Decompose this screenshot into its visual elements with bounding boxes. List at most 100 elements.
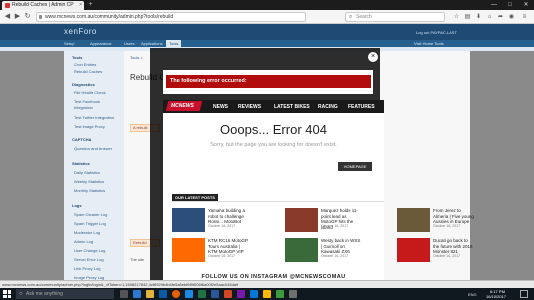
account-links[interactable]: Log out PAYPAC,LAST: [416, 30, 457, 35]
post-title[interactable]: KTM RC16 MotoGP Tours Australia | KTM Mo…: [208, 238, 248, 255]
sidebar-item-daily[interactable]: Daily Statistics: [74, 170, 100, 175]
homepage-button[interactable]: HOMEPAGE: [338, 162, 372, 171]
back-icon[interactable]: ◀: [3, 13, 12, 21]
post-card[interactable]: Ducati go back to the future with 2018 M…: [397, 238, 473, 264]
search-input[interactable]: ⌕ Search: [345, 12, 445, 22]
sidebar-item-rebuild[interactable]: Rebuild Caches: [74, 69, 102, 74]
home-icon[interactable]: ⌂: [485, 13, 494, 21]
store-icon[interactable]: [159, 290, 167, 298]
close-window-button[interactable]: ✕: [518, 0, 534, 10]
app-icon[interactable]: [263, 290, 271, 298]
sidebar-item-moderator[interactable]: Moderator Log: [74, 230, 100, 235]
post-date: October 16, 2017: [208, 254, 236, 258]
sidebar-item-admin-log[interactable]: Admin Log: [74, 239, 93, 244]
sidebar-item-spam-trigger[interactable]: Spam Trigger Log: [74, 221, 106, 226]
mcnews-nav-racing[interactable]: RACING: [318, 104, 338, 110]
xenforo-logo[interactable]: xenForo: [64, 27, 97, 36]
sidebar-item-facebook[interactable]: Test Facebook Integration: [74, 99, 120, 111]
forward-icon[interactable]: ▶: [13, 13, 22, 21]
sidebar-item-twitter[interactable]: Test Twitter Integration: [74, 115, 114, 120]
taskbar-search[interactable]: ○ Ask me anything: [16, 289, 114, 299]
search-placeholder: Search: [356, 14, 372, 20]
post-thumbnail[interactable]: [172, 208, 205, 232]
firefox-icon[interactable]: [172, 290, 180, 298]
post-thumbnail[interactable]: [285, 238, 318, 262]
sidebar-item-image-proxy[interactable]: Test Image Proxy: [74, 124, 105, 129]
word-icon[interactable]: [211, 290, 219, 298]
nav-tools[interactable]: Tools: [166, 40, 182, 47]
mcnews-nav-reviews[interactable]: REVIEWS: [238, 104, 261, 110]
mcnews-nav-latest[interactable]: LATEST BIKES: [274, 104, 310, 110]
post-card[interactable]: Westy back in WSS | Guimoll on Kawasaki …: [285, 238, 361, 264]
site-message: The site: [130, 257, 145, 262]
bookmark-icon[interactable]: ☆: [452, 13, 461, 21]
language-indicator[interactable]: ENG: [468, 292, 477, 297]
minimize-button[interactable]: —: [486, 0, 502, 10]
new-tab-button[interactable]: +: [86, 1, 95, 9]
outlook-icon[interactable]: [250, 290, 258, 298]
sidebar-item-qa[interactable]: Question and Answer: [74, 146, 112, 151]
post-card[interactable]: From Jerez to Almeria | Five young Aussi…: [397, 208, 474, 234]
mail-icon[interactable]: [185, 290, 193, 298]
start-icon[interactable]: [3, 290, 11, 298]
download-icon[interactable]: ⬇: [474, 13, 483, 21]
sidebar-item-monthly[interactable]: Monthly Statistics: [74, 188, 105, 193]
nav-users[interactable]: Users: [124, 41, 134, 46]
post-date: October 16, 2017: [321, 224, 349, 228]
excel-icon[interactable]: [198, 290, 206, 298]
reading-list-icon[interactable]: ▤: [463, 13, 472, 21]
mcnews-nav-features[interactable]: FEATURES: [348, 104, 375, 110]
menu-icon[interactable]: ≡: [520, 13, 529, 21]
share-icon[interactable]: ➦: [496, 13, 505, 21]
post-title[interactable]: Westy back in WSS | Guimoll on Kawasaki …: [321, 238, 361, 255]
tab-close-icon[interactable]: ×: [79, 1, 82, 10]
nav-applications[interactable]: Applications: [141, 41, 163, 46]
post-thumbnail[interactable]: [172, 238, 205, 262]
post-title[interactable]: Ducati go back to the future with 2018 M…: [433, 238, 475, 255]
powerpoint-icon[interactable]: [224, 290, 232, 298]
post-card[interactable]: KTM RC16 MotoGP Tours Australia | KTM Mo…: [172, 238, 248, 264]
post-thumbnail[interactable]: [397, 208, 430, 232]
nav-appearance[interactable]: Appearance: [90, 41, 112, 46]
task-view-icon[interactable]: [120, 290, 128, 298]
post-title[interactable]: From Jerez to Almeria | Five young Aussi…: [433, 208, 475, 225]
file-explorer-icon[interactable]: [146, 290, 154, 298]
sidebar-heading: Logs: [72, 203, 82, 208]
post-thumbnail[interactable]: [397, 238, 430, 262]
app-icon[interactable]: [276, 290, 284, 298]
app-icon[interactable]: [289, 290, 297, 298]
notification-icon[interactable]: [520, 290, 528, 298]
post-date: October 16, 2017: [433, 254, 461, 258]
sidebar-item-weekly[interactable]: Weekly Statistics: [74, 179, 104, 184]
clock-date[interactable]: 16/10/2017: [486, 294, 506, 299]
post-title[interactable]: Yamaha building a robot to challenge Ros…: [208, 208, 248, 225]
onenote-icon[interactable]: [237, 290, 245, 298]
sidebar-item-user-change[interactable]: User Change Log: [74, 248, 105, 253]
tab-title: Rebuild Caches | Admin CP: [12, 2, 74, 8]
sidebar-item-file-health[interactable]: File Health Check: [74, 90, 106, 95]
error-404-title: Ooops... Error 404: [220, 122, 327, 137]
xenforo-header: xenForo Log out PAYPAC,LAST: [0, 24, 534, 40]
mcnews-logo[interactable]: MCNEWS: [171, 103, 194, 109]
subnav-right[interactable]: Visit Home Tools: [414, 41, 444, 46]
mcnews-nav-news[interactable]: NEWS: [213, 104, 228, 110]
post-card[interactable]: Yamaha building a robot to challenge Ros…: [172, 208, 246, 234]
sidebar-item-link-proxy[interactable]: Link Proxy Log: [74, 266, 100, 271]
maximize-button[interactable]: □: [502, 0, 518, 10]
sidebar-item-server-error[interactable]: Server Error Log: [74, 257, 104, 262]
post-card[interactable]: Marquez holds 11-point lead as MotoGP hi…: [285, 208, 359, 234]
reload-icon[interactable]: ↻: [23, 13, 32, 21]
sidebar-item-cron[interactable]: Cron Entries: [74, 62, 96, 67]
post-date: October 16, 2017: [208, 224, 236, 228]
sidebar-item-spam-cleaner[interactable]: Spam Cleaner Log: [74, 212, 107, 217]
extension-icon[interactable]: ◉: [507, 13, 516, 21]
address-bar[interactable]: www.mcnews.com.au/community/admin.php?to…: [36, 12, 306, 22]
taskbar-search-placeholder: Ask me anything: [26, 291, 63, 297]
overlay-close-icon[interactable]: ×: [368, 52, 378, 62]
edge-icon[interactable]: [133, 290, 141, 298]
divider: [172, 201, 384, 202]
post-thumbnail[interactable]: [285, 208, 318, 232]
nav-setup[interactable]: Setup: [64, 41, 74, 46]
breadcrumb[interactable]: Tools >: [130, 55, 143, 60]
browser-tab[interactable]: Rebuild Caches | Admin CP ×: [2, 1, 84, 10]
